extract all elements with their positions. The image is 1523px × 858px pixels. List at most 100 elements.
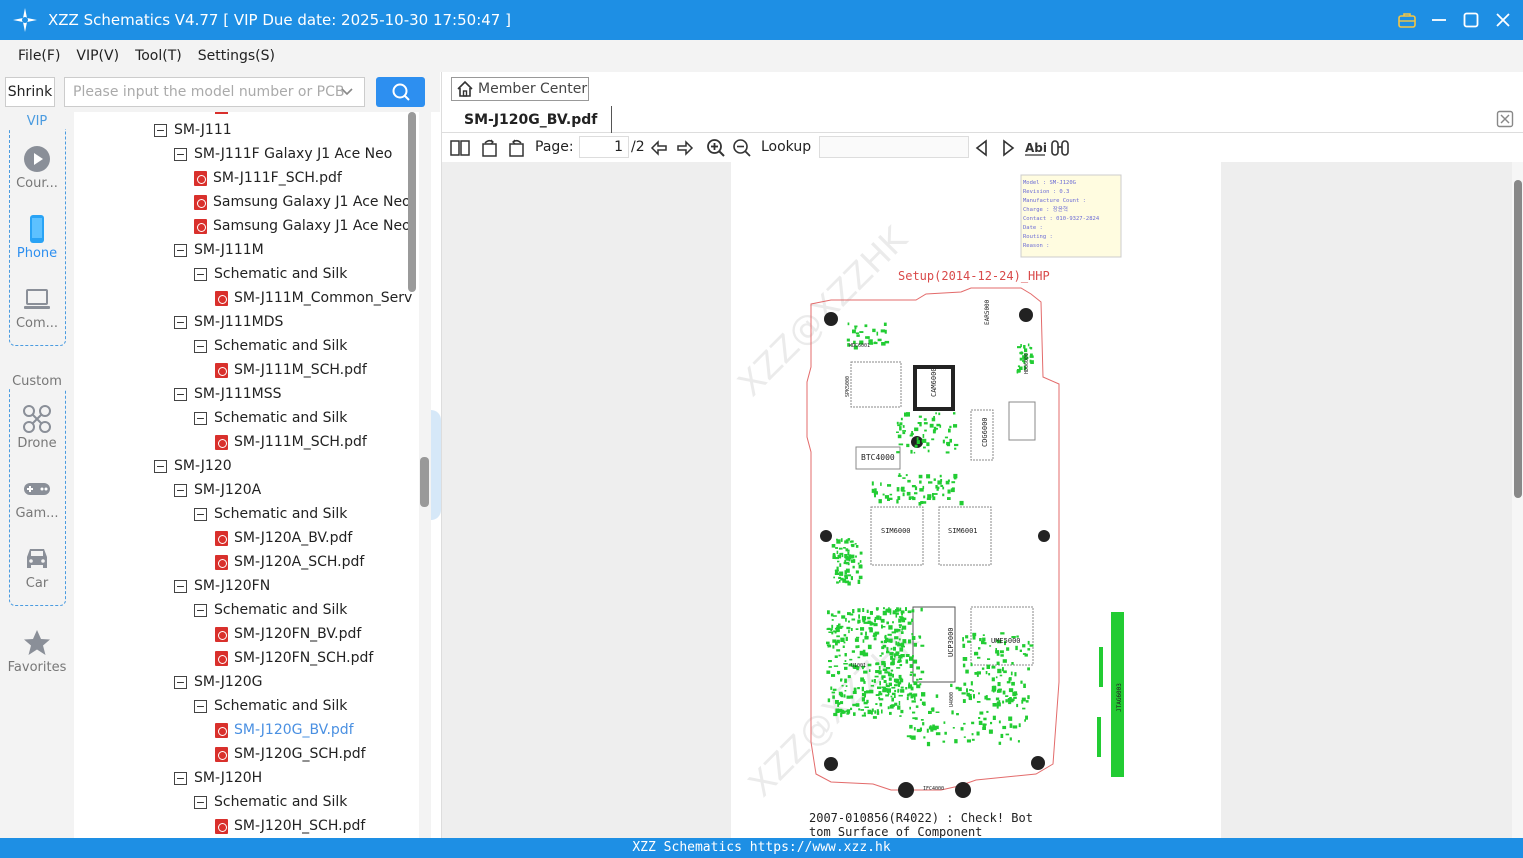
collapse-toggle-icon[interactable]: − xyxy=(174,243,187,257)
menu-vip[interactable]: VIP(V) xyxy=(76,48,119,64)
collapse-toggle-icon[interactable]: − xyxy=(174,147,187,161)
collapse-toggle-icon[interactable]: − xyxy=(174,387,187,401)
collapse-toggle-icon[interactable]: − xyxy=(154,459,167,473)
nav-favorites[interactable]: Favorites xyxy=(0,628,74,675)
tree-file-item[interactable]: SM-J120FN_SCH.pdf xyxy=(215,646,373,670)
next-page-icon[interactable] xyxy=(675,138,695,158)
tree-file-item[interactable]: Samsung Galaxy J1 Ace Neo xyxy=(194,214,411,238)
zoom-in-icon[interactable] xyxy=(706,138,726,158)
tree-file-item[interactable]: SM-J111F_SCH.pdf xyxy=(194,166,342,190)
nav-car[interactable]: Car xyxy=(0,544,74,591)
nav-game[interactable]: Gam... xyxy=(0,474,74,521)
pcb-pad xyxy=(844,540,849,544)
collapse-toggle-icon[interactable]: − xyxy=(194,603,207,617)
tree-file-item[interactable]: SM-J120FN_BV.pdf xyxy=(215,622,361,646)
collapse-toggle-icon[interactable]: − xyxy=(174,315,187,329)
tree-file-item[interactable]: SM-J120G_BV.pdf xyxy=(215,718,354,742)
tree-folder-item[interactable]: − SM-J111 xyxy=(154,118,232,142)
pdf-viewer[interactable]: Model : SM-J120G Revision : 0.3 Manufactur… xyxy=(442,162,1523,838)
collapse-toggle-icon[interactable]: − xyxy=(174,675,187,689)
viewer-scrollbar-thumb[interactable] xyxy=(1514,180,1522,498)
vip-bag-icon[interactable] xyxy=(1397,10,1417,30)
collapse-toggle-icon[interactable]: − xyxy=(154,123,167,137)
tree-folder-item[interactable]: − SM-J120A xyxy=(174,478,261,502)
collapse-toggle-icon[interactable]: − xyxy=(194,267,207,281)
match-case-icon[interactable]: Abi xyxy=(1024,138,1046,158)
find-previous-icon[interactable] xyxy=(972,138,992,158)
member-center-button[interactable]: Member Center xyxy=(451,77,589,101)
menu-file[interactable]: File(F) xyxy=(18,48,60,64)
pdf-page[interactable]: Model : SM-J120G Revision : 0.3 Manufactur… xyxy=(730,162,1426,838)
tree-folder-item[interactable]: − SM-J120 xyxy=(154,454,232,478)
previous-page-icon[interactable] xyxy=(649,138,669,158)
tree-folder-item[interactable]: − Schematic and Silk xyxy=(194,502,347,526)
panel-collapse-handle[interactable] xyxy=(431,410,441,520)
viewer-scrollbar[interactable] xyxy=(1512,162,1523,838)
close-all-tabs-icon[interactable] xyxy=(1496,110,1514,128)
tree-file-item[interactable]: SM-J120H_SCH.pdf xyxy=(215,814,365,838)
minimize-button[interactable] xyxy=(1429,10,1449,30)
pcb-pad xyxy=(874,675,879,678)
dual-page-icon[interactable] xyxy=(450,138,470,158)
collapse-toggle-icon[interactable]: − xyxy=(194,339,207,353)
search-input[interactable]: Please input the model number or PCB xyxy=(64,77,365,107)
pcb-pad xyxy=(876,615,880,620)
close-button[interactable] xyxy=(1493,10,1513,30)
menu-settings[interactable]: Settings(S) xyxy=(198,48,275,64)
nav-phone[interactable]: Phone xyxy=(0,214,74,261)
tree-folder-item[interactable]: − SM-J120H xyxy=(174,766,262,790)
tree-scrollbar-thumb[interactable] xyxy=(408,112,416,292)
tree-folder-item[interactable]: − SM-J120FN xyxy=(174,574,270,598)
pcb-pad xyxy=(962,657,968,661)
collapse-toggle-icon[interactable]: − xyxy=(194,795,207,809)
pcb-pad xyxy=(889,493,893,496)
nav-courses[interactable]: Cour... xyxy=(0,144,74,191)
tree-folder-item[interactable]: − SM-J111MDS xyxy=(174,310,283,334)
panel-scrollbar[interactable] xyxy=(419,112,431,838)
tree-folder-item[interactable]: − Schematic and Silk xyxy=(194,790,347,814)
tree-scrollbar[interactable] xyxy=(406,112,418,838)
tree-file-item[interactable]: Samsung Galaxy J1 Ace Neo xyxy=(194,190,411,214)
collapse-toggle-icon[interactable]: − xyxy=(194,411,207,425)
pcb-pad xyxy=(923,495,926,499)
tree-folder-item[interactable]: − SM-J111MSS xyxy=(174,382,282,406)
tree-folder-item[interactable]: − Schematic and Silk xyxy=(194,598,347,622)
tree-file-item[interactable]: SM-J111M_Common_Serv xyxy=(215,286,412,310)
lookup-input[interactable] xyxy=(819,136,969,158)
collapse-toggle-icon[interactable]: − xyxy=(174,579,187,593)
page-number-input[interactable]: 1 xyxy=(579,136,629,158)
pdf-file-icon xyxy=(215,362,228,378)
find-all-icon[interactable] xyxy=(1050,138,1070,158)
menu-tool[interactable]: Tool(T) xyxy=(135,48,182,64)
pcb-pad xyxy=(1005,699,1008,703)
tree-file-item[interactable]: SM-J120A_BV.pdf xyxy=(215,526,352,550)
tree-folder-item[interactable]: − SM-J120G xyxy=(174,670,263,694)
tree-file-item[interactable]: SM-J120A_SCH.pdf xyxy=(215,550,364,574)
zoom-out-icon[interactable] xyxy=(732,138,752,158)
panel-scrollbar-thumb[interactable] xyxy=(420,457,429,507)
tree-folder-item[interactable]: − Schematic and Silk xyxy=(194,694,347,718)
tab-active-document[interactable]: SM-J120G_BV.pdf xyxy=(452,106,613,133)
collapse-toggle-icon[interactable]: − xyxy=(194,699,207,713)
tree-folder-item[interactable]: − SM-J111F Galaxy J1 Ace Neo xyxy=(174,142,392,166)
rotate-left-icon[interactable] xyxy=(480,138,500,158)
maximize-button[interactable] xyxy=(1461,10,1481,30)
collapse-toggle-icon[interactable]: − xyxy=(174,483,187,497)
collapse-toggle-icon[interactable]: − xyxy=(194,507,207,521)
tree-file-item[interactable]: SM-J111M_SCH.pdf xyxy=(215,358,367,382)
tree-file-item[interactable]: SM-J111M_SCH.pdf xyxy=(215,430,367,454)
tree-folder-item[interactable]: − Schematic and Silk xyxy=(194,406,347,430)
search-button[interactable] xyxy=(376,77,425,107)
nav-drone[interactable]: Drone xyxy=(0,404,74,451)
tree-file-item[interactable]: SM-J120G_SCH.pdf xyxy=(215,742,366,766)
rotate-right-icon[interactable] xyxy=(506,138,526,158)
tree-folder-item[interactable]: − SM-J111M xyxy=(174,238,264,262)
pcb-pad xyxy=(978,647,981,650)
collapse-toggle-icon[interactable]: − xyxy=(174,771,187,785)
tree-folder-item[interactable]: − Schematic and Silk xyxy=(194,262,347,286)
find-next-icon[interactable] xyxy=(998,138,1018,158)
nav-computer[interactable]: Com... xyxy=(0,284,74,331)
chevron-down-icon[interactable] xyxy=(340,84,354,98)
shrink-button[interactable]: Shrink xyxy=(5,77,55,107)
tree-folder-item[interactable]: − Schematic and Silk xyxy=(194,334,347,358)
